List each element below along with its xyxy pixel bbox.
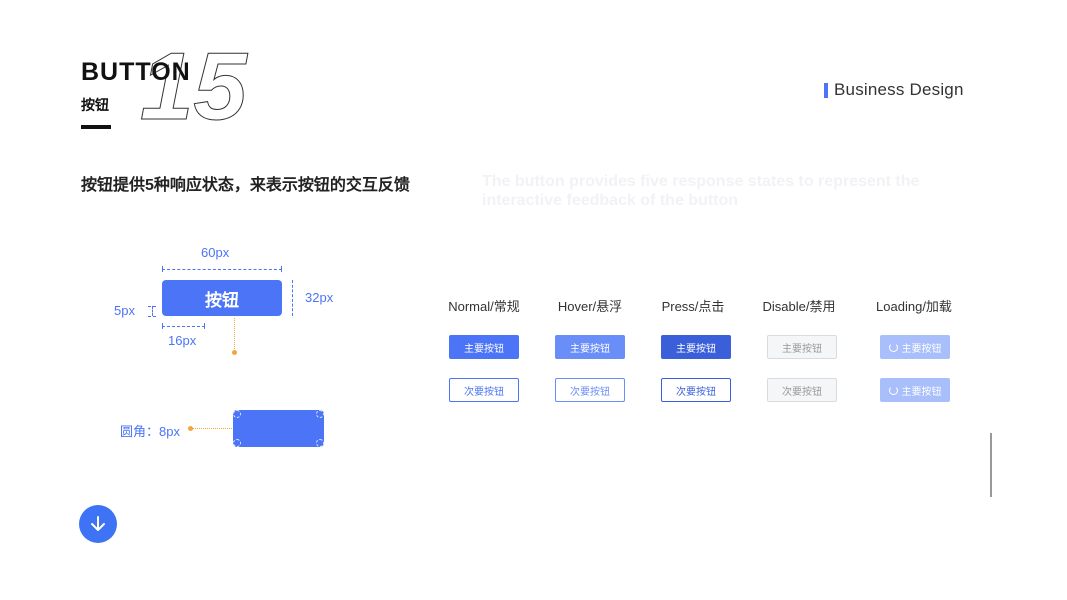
description-cn: 按钮提供5种响应状态，来表示按钮的交互反馈	[81, 177, 410, 194]
secondary-button-hover[interactable]: 次要按钮	[555, 378, 625, 402]
primary-button-normal[interactable]: 主要按钮	[449, 335, 519, 359]
secondary-button-loading[interactable]: 主要按钮	[880, 378, 950, 402]
secondary-button-disable: 次要按钮	[767, 378, 837, 402]
page-title: BUTTON	[81, 58, 191, 86]
radius-label: 圆角：8px	[120, 424, 180, 439]
gap-tick-bottom	[148, 316, 156, 317]
marker-line	[234, 318, 235, 351]
spinner-icon	[888, 342, 898, 352]
padding-label: 16px	[168, 333, 197, 348]
secondary-button-normal[interactable]: 次要按钮	[449, 378, 519, 402]
height-label: 32px	[305, 290, 334, 305]
state-label-hover: Hover/悬浮	[557, 299, 623, 314]
state-label-disable: Disable/禁用	[762, 299, 836, 314]
gap-dimension-line	[152, 306, 153, 316]
gap-label: 5px	[114, 303, 135, 318]
scroll-down-button[interactable]	[79, 505, 117, 543]
gap-tick-top	[148, 306, 156, 307]
corner-marker	[233, 410, 241, 418]
padding-dimension-line	[162, 326, 205, 327]
page-subtitle: 按钮	[81, 97, 109, 113]
padding-tick-left	[162, 323, 163, 329]
corner-marker	[233, 439, 241, 447]
primary-button-hover[interactable]: 主要按钮	[555, 335, 625, 359]
corner-marker	[316, 439, 324, 447]
state-label-press: Press/点击	[661, 299, 725, 314]
width-tick-left	[162, 266, 163, 272]
corner-marker	[316, 410, 324, 418]
title-underline	[81, 125, 111, 129]
state-label-loading: Loading/加载	[876, 299, 952, 314]
width-dimension-line	[162, 269, 282, 270]
sample-button: 按钮	[162, 280, 282, 316]
width-label: 60px	[201, 245, 230, 260]
marker-dot	[232, 350, 237, 355]
primary-button-loading-label: 主要按钮	[901, 343, 942, 355]
primary-button-loading[interactable]: 主要按钮	[880, 335, 950, 359]
divider-line	[990, 433, 992, 497]
brand-bar-icon	[824, 82, 828, 98]
height-dimension-line	[292, 280, 293, 316]
radius-marker-line	[192, 428, 232, 429]
description-en: The button provides five response states…	[482, 173, 920, 209]
arrow-down-icon	[91, 516, 105, 531]
brand-text: Business Design	[834, 80, 964, 99]
padding-tick-right	[204, 323, 205, 329]
radius-sample	[233, 410, 324, 447]
secondary-button-press[interactable]: 次要按钮	[661, 378, 731, 402]
primary-button-press[interactable]: 主要按钮	[661, 335, 731, 359]
primary-button-disable: 主要按钮	[767, 335, 837, 359]
state-label-normal: Normal/常规	[448, 299, 520, 314]
spinner-icon	[888, 385, 898, 395]
brand-label: Business Design	[824, 80, 964, 100]
secondary-button-loading-label: 主要按钮	[901, 386, 942, 398]
width-tick-right	[281, 266, 282, 272]
